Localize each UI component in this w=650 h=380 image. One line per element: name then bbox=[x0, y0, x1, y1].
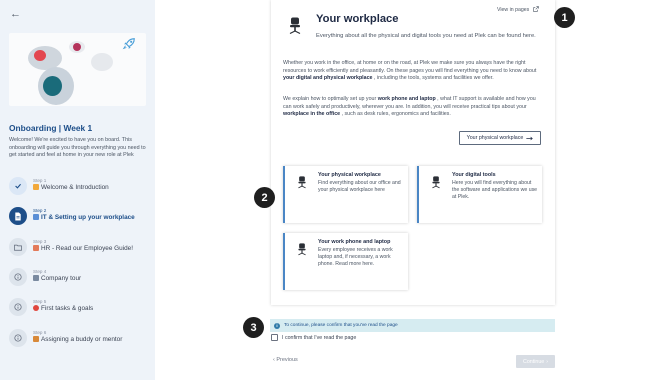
workplace-page: Your workplace Everything about all the … bbox=[271, 0, 555, 305]
intro-paragraph: Whether you work in the office, at home … bbox=[283, 60, 537, 82]
continue-button[interactable]: Continue › bbox=[516, 355, 555, 368]
callout-badge-1: 1 bbox=[554, 7, 575, 28]
page-title: Your workplace bbox=[316, 13, 399, 25]
previous-button[interactable]: ‹ Previous bbox=[273, 357, 298, 363]
step-label: HR - Read our Employee Guide! bbox=[41, 245, 133, 252]
office-chair-icon bbox=[298, 176, 306, 189]
info-icon: i bbox=[274, 322, 280, 329]
hand-wave-icon bbox=[33, 184, 39, 190]
checkbox-box[interactable] bbox=[271, 334, 278, 341]
view-in-pages-label: View in pages bbox=[497, 7, 530, 13]
card-description: Every employee receives a work laptop an… bbox=[318, 247, 393, 267]
step-label: IT & Setting up your workplace bbox=[41, 214, 135, 221]
people-icon bbox=[33, 336, 39, 342]
step-number: Step 3 bbox=[33, 239, 47, 244]
step-number: Step 1 bbox=[33, 178, 47, 183]
target-icon bbox=[33, 305, 39, 311]
step-hr-guide[interactable]: Step 3 HR - Read our Employee Guide! bbox=[9, 238, 152, 260]
step-label: Assigning a buddy or mentor bbox=[41, 336, 123, 343]
card-description: Find everything about our office and you… bbox=[318, 180, 401, 193]
check-icon bbox=[9, 177, 27, 195]
page-subtitle: Everything about all the physical and di… bbox=[316, 33, 536, 39]
document-emoji-icon bbox=[33, 245, 39, 251]
info-circle-icon bbox=[9, 298, 27, 316]
rocket-icon bbox=[122, 38, 135, 50]
card-title: Your digital tools bbox=[452, 172, 496, 178]
details-paragraph: We explain how to optimally set up your … bbox=[283, 96, 536, 118]
callout-badge-2: 2 bbox=[254, 187, 275, 208]
folder-icon bbox=[9, 238, 27, 256]
step-it-setup[interactable]: Step 2 IT & Setting up your workplace bbox=[9, 207, 152, 229]
card-digital-tools[interactable]: Your digital tools Here you will find ev… bbox=[417, 166, 542, 223]
info-circle-icon bbox=[9, 268, 27, 286]
confirm-read-label: I confirm that I've read the page bbox=[282, 334, 357, 341]
document-icon bbox=[9, 207, 27, 225]
arrow-right-icon bbox=[526, 136, 534, 140]
step-label: Welcome & Introduction bbox=[41, 184, 109, 191]
physical-workplace-button-label: Your physical workplace bbox=[466, 135, 524, 141]
step-company-tour[interactable]: Step 4 Company tour bbox=[9, 268, 152, 290]
office-chair-icon bbox=[298, 243, 306, 256]
building-icon bbox=[33, 275, 39, 281]
physical-workplace-button[interactable]: Your physical workplace bbox=[459, 131, 541, 145]
external-link-icon bbox=[532, 6, 539, 12]
confirm-read-checkbox[interactable]: I confirm that I've read the page bbox=[271, 334, 356, 341]
step-number: Step 2 bbox=[33, 208, 47, 213]
step-welcome[interactable]: Step 1 Welcome & Introduction bbox=[9, 177, 152, 199]
sidebar: ← Onboarding | Week 1 Welcome! We're exc… bbox=[0, 0, 155, 380]
office-chair-icon bbox=[432, 176, 440, 189]
onboarding-title: Onboarding | Week 1 bbox=[9, 123, 93, 133]
card-title: Your physical workplace bbox=[318, 172, 381, 178]
step-label: Company tour bbox=[41, 275, 82, 282]
office-chair-icon bbox=[289, 17, 301, 35]
info-banner-text: To continue, please confirm that you've … bbox=[284, 323, 398, 328]
view-in-pages-link[interactable]: View in pages bbox=[497, 6, 539, 13]
onboarding-hero-image bbox=[9, 33, 146, 106]
computer-icon bbox=[33, 214, 39, 220]
continue-label: Continue bbox=[523, 358, 545, 365]
onboarding-description: Welcome! We're excited to have you on bo… bbox=[9, 137, 146, 159]
previous-label: Previous bbox=[276, 357, 298, 363]
confirm-info-banner: i To continue, please confirm that you'v… bbox=[270, 319, 555, 332]
info-circle-icon bbox=[9, 329, 27, 347]
chevron-left-icon: ‹ bbox=[273, 357, 275, 363]
chevron-right-icon: › bbox=[546, 358, 548, 365]
card-title: Your work phone and laptop bbox=[318, 239, 391, 245]
card-physical-workplace[interactable]: Your physical workplace Find everything … bbox=[283, 166, 408, 223]
step-number: Step 4 bbox=[33, 269, 47, 274]
step-first-tasks[interactable]: Step 5 First tasks & goals bbox=[9, 298, 152, 320]
step-buddy-mentor[interactable]: Step 6 Assigning a buddy or mentor bbox=[9, 329, 152, 351]
step-number: Step 6 bbox=[33, 330, 47, 335]
card-phone-laptop[interactable]: Your work phone and laptop Every employe… bbox=[283, 233, 408, 290]
arrow-left-icon[interactable]: ← bbox=[10, 9, 21, 20]
step-number: Step 5 bbox=[33, 299, 47, 304]
card-description: Here you will find everything about the … bbox=[452, 180, 538, 200]
step-label: First tasks & goals bbox=[41, 305, 94, 312]
callout-badge-3: 3 bbox=[243, 317, 264, 338]
